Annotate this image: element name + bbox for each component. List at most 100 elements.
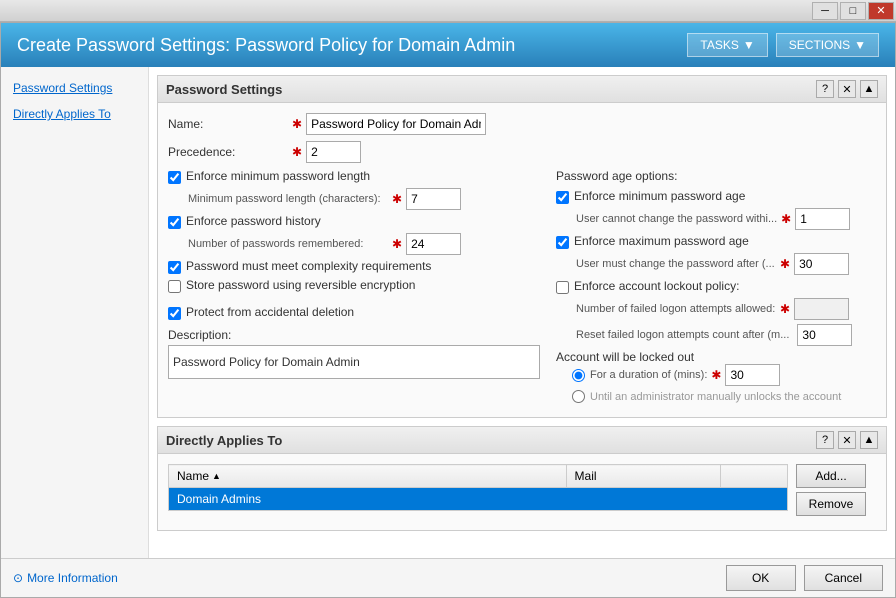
close-button-dat[interactable]: ✕: [838, 431, 856, 449]
min-length-sub-label: Minimum password length (characters):: [188, 193, 388, 205]
reversible-check-row: Store password using reversible encrypti…: [168, 278, 540, 293]
min-age-required: ✱: [781, 212, 791, 226]
ok-button[interactable]: OK: [726, 565, 796, 591]
max-age-sub-row: User must change the password after (...…: [576, 253, 876, 275]
dat-action-buttons: Add... Remove: [796, 464, 876, 520]
dialog-title: Create Password Settings: Password Polic…: [17, 35, 515, 56]
lockout-label: Enforce account lockout policy:: [574, 279, 739, 293]
duration-radio-label: For a duration of (mins):: [590, 369, 707, 381]
collapse-button-password[interactable]: ▲: [860, 80, 878, 98]
precedence-row: Precedence: ✱: [168, 141, 876, 163]
sidebar-item-directly-applies-to[interactable]: Directly Applies To: [1, 101, 148, 127]
duration-radio-row: For a duration of (mins): ✱: [572, 364, 876, 386]
manual-radio[interactable]: [572, 390, 585, 403]
sidebar-item-password-settings[interactable]: Password Settings: [1, 75, 148, 101]
sections-dropdown-icon: ▼: [854, 38, 866, 52]
maximize-button[interactable]: □: [840, 2, 866, 20]
pwd-history-required: ✱: [392, 237, 402, 251]
max-age-sub-label: User must change the password after (...: [576, 258, 776, 270]
more-info-icon: ⊙: [13, 571, 23, 585]
more-info-link[interactable]: ⊙ More Information: [13, 571, 118, 585]
section-header-password: Password Settings ? ✕ ▲: [158, 76, 886, 103]
cancel-button[interactable]: Cancel: [804, 565, 883, 591]
col-mail-header[interactable]: Mail: [566, 465, 720, 488]
row-empty: [720, 488, 787, 511]
min-len-required: ✱: [392, 192, 402, 206]
left-column: Enforce minimum password length Minimum …: [168, 169, 556, 407]
header-buttons: TASKS ▼ SECTIONS ▼: [687, 33, 879, 57]
directly-applies-to-section: Directly Applies To ? ✕ ▲: [157, 426, 887, 531]
pwd-history-checkbox[interactable]: [168, 216, 181, 229]
minimize-button[interactable]: ─: [812, 2, 838, 20]
accidental-label: Protect from accidental deletion: [186, 305, 354, 319]
sort-arrow-name: ▲: [212, 471, 221, 481]
reset-row: Reset failed logon attempts count after …: [576, 324, 876, 346]
manual-radio-row: Until an administrator manually unlocks …: [572, 390, 876, 403]
sections-button[interactable]: SECTIONS ▼: [776, 33, 879, 57]
row-name: Domain Admins: [169, 488, 567, 511]
min-length-label: Enforce minimum password length: [186, 169, 370, 183]
section-controls-password: ? ✕ ▲: [816, 80, 878, 98]
lockout-checkbox[interactable]: [556, 281, 569, 294]
col-empty-header: [720, 465, 787, 488]
description-box: Password Policy for Domain Admin: [168, 345, 540, 379]
min-age-input[interactable]: [795, 208, 850, 230]
name-required: ✱: [292, 117, 302, 131]
two-col-layout: Enforce minimum password length Minimum …: [168, 169, 876, 407]
dialog-footer: ⊙ More Information OK Cancel: [1, 558, 895, 597]
pwd-history-sub-label: Number of passwords remembered:: [188, 238, 388, 250]
failed-logon-label: Number of failed logon attempts allowed:: [576, 303, 776, 315]
pwd-history-check-row: Enforce password history: [168, 214, 540, 229]
min-length-sub-row: Minimum password length (characters): ✱: [188, 188, 540, 210]
precedence-required: ✱: [292, 145, 302, 159]
complexity-check-row: Password must meet complexity requiremen…: [168, 259, 540, 274]
name-input[interactable]: [306, 113, 486, 135]
precedence-input[interactable]: [306, 141, 361, 163]
more-info-label: More Information: [27, 571, 118, 585]
locked-out-label: Account will be locked out: [556, 350, 876, 364]
min-age-sub-label: User cannot change the password withi...: [576, 213, 777, 225]
failed-logon-input[interactable]: [794, 298, 849, 320]
duration-radio[interactable]: [572, 369, 585, 382]
table-row[interactable]: Domain Admins: [169, 488, 788, 511]
help-button-password[interactable]: ?: [816, 80, 834, 98]
manual-radio-label: Until an administrator manually unlocks …: [590, 391, 841, 403]
dat-table-container: Name ▲ Mail: [168, 464, 788, 511]
dialog-body: Password Settings Directly Applies To Pa…: [1, 67, 895, 558]
section-title-dat: Directly Applies To: [166, 433, 282, 448]
min-age-checkbox[interactable]: [556, 191, 569, 204]
reversible-label: Store password using reversible encrypti…: [186, 278, 415, 292]
tasks-button[interactable]: TASKS ▼: [687, 33, 767, 57]
remove-button[interactable]: Remove: [796, 492, 866, 516]
right-column: Password age options: Enforce minimum pa…: [556, 169, 876, 407]
col-name-header[interactable]: Name ▲: [169, 465, 567, 488]
close-button-password[interactable]: ✕: [838, 80, 856, 98]
description-section: Description: Password Policy for Domain …: [168, 328, 540, 379]
max-age-input[interactable]: [794, 253, 849, 275]
close-button[interactable]: ✕: [868, 2, 894, 20]
min-age-sub-row: User cannot change the password withi...…: [576, 208, 876, 230]
duration-input[interactable]: [725, 364, 780, 386]
collapse-button-dat[interactable]: ▲: [860, 431, 878, 449]
complexity-checkbox[interactable]: [168, 261, 181, 274]
age-options-label: Password age options:: [556, 169, 876, 183]
section-body-dat: Name ▲ Mail: [158, 454, 886, 530]
reset-input[interactable]: [797, 324, 852, 346]
min-length-checkbox[interactable]: [168, 171, 181, 184]
max-age-checkbox[interactable]: [556, 236, 569, 249]
reversible-checkbox[interactable]: [168, 280, 181, 293]
section-title-password: Password Settings: [166, 82, 282, 97]
min-length-input[interactable]: [406, 188, 461, 210]
description-value: Password Policy for Domain Admin: [173, 355, 360, 369]
add-button[interactable]: Add...: [796, 464, 866, 488]
min-age-label: Enforce minimum password age: [574, 189, 745, 203]
footer-buttons: OK Cancel: [726, 565, 883, 591]
pwd-history-label: Enforce password history: [186, 214, 321, 228]
accidental-checkbox[interactable]: [168, 307, 181, 320]
pwd-history-input[interactable]: [406, 233, 461, 255]
right-content: Password Settings ? ✕ ▲ Name: ✱: [149, 67, 895, 558]
name-label: Name:: [168, 117, 288, 131]
section-body-password: Name: ✱ Precedence: ✱: [158, 103, 886, 417]
help-button-dat[interactable]: ?: [816, 431, 834, 449]
reset-label: Reset failed logon attempts count after …: [576, 329, 789, 341]
